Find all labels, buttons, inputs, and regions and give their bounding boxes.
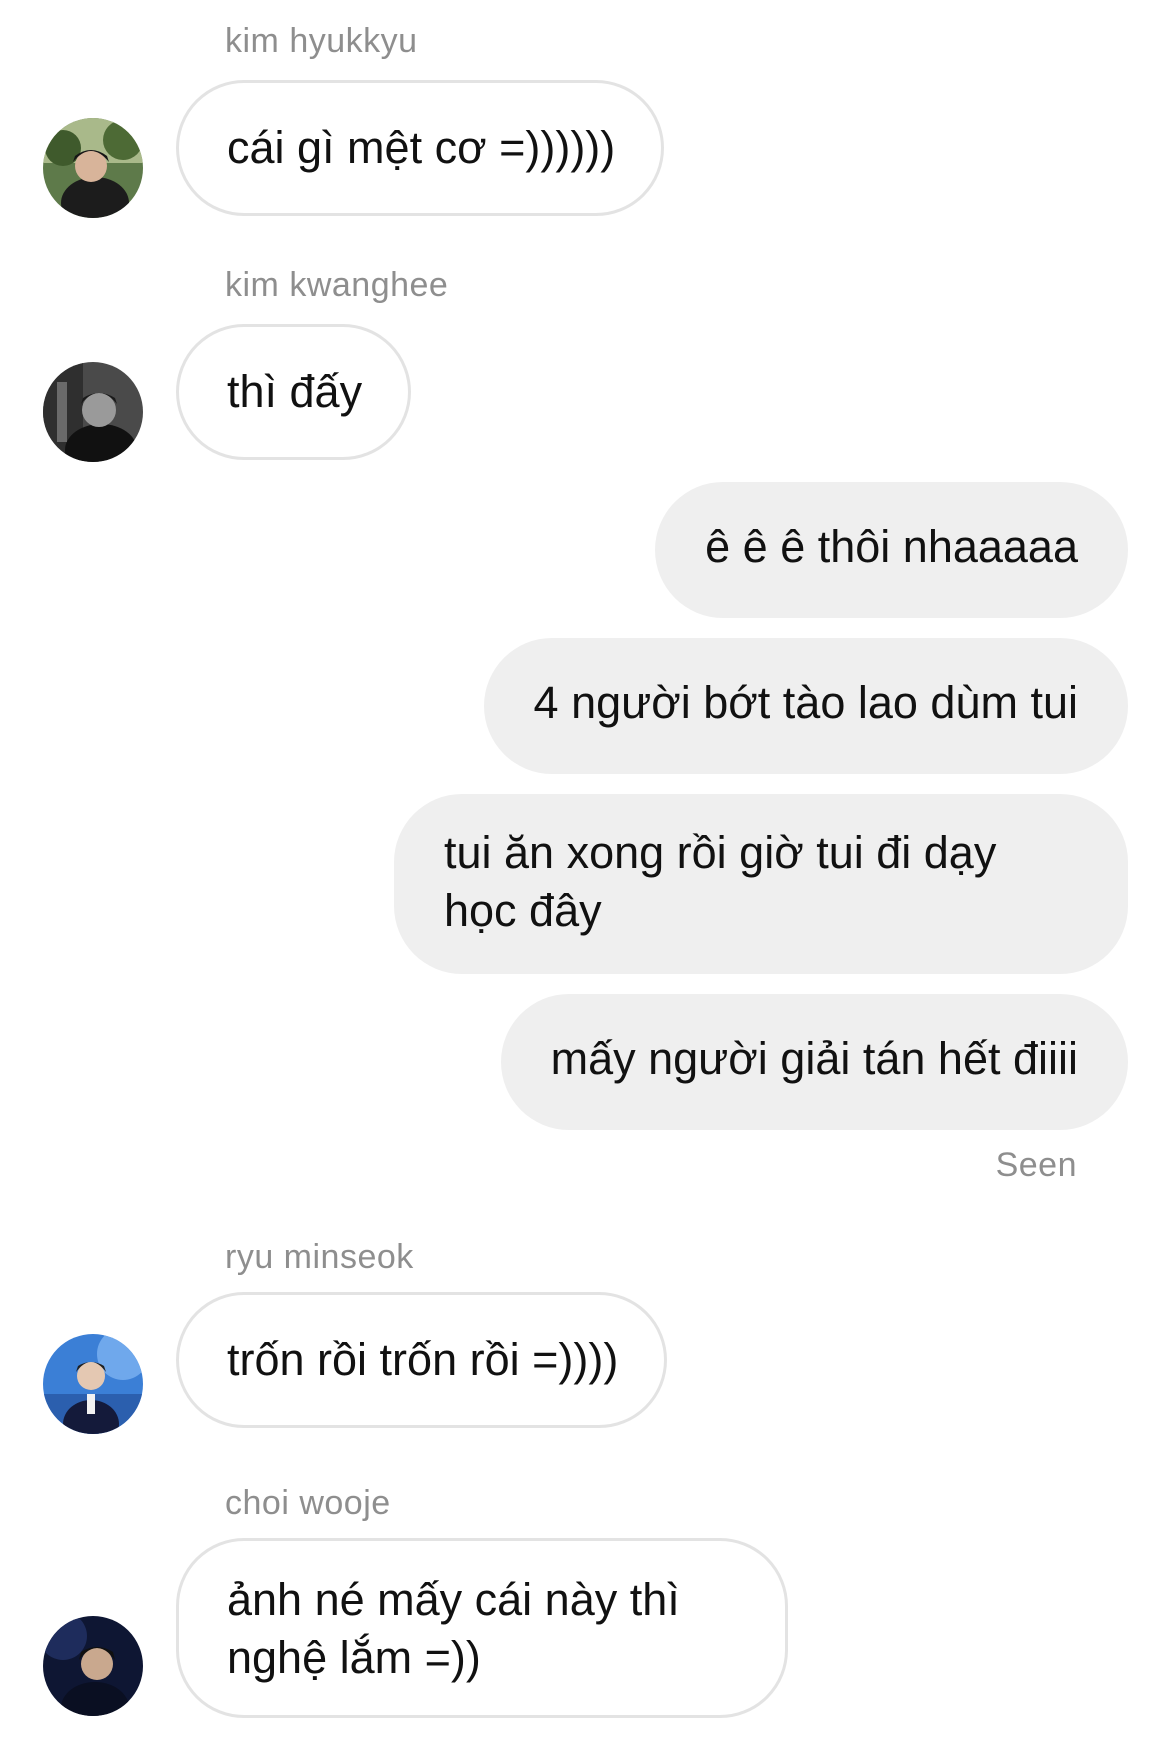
- message-text: cái gì mệt cơ =)))))): [227, 122, 616, 173]
- avatar-photo-minseok: [43, 1334, 143, 1434]
- avatar-minseok[interactable]: [43, 1334, 143, 1434]
- message-text: 4 người bớt tào lao dùm tui: [533, 677, 1078, 728]
- seen-indicator: Seen: [995, 1146, 1077, 1184]
- message-text: thì đấy: [227, 366, 363, 417]
- message-bubble-outgoing[interactable]: ê ê ê thôi nhaaaaa: [655, 482, 1128, 618]
- avatar-photo-wooje: [43, 1616, 143, 1716]
- avatar-hyukkyu[interactable]: [43, 118, 143, 218]
- sender-name-hyukkyu: kim hyukkyu: [225, 22, 418, 60]
- sender-name-wooje: choi wooje: [225, 1484, 391, 1522]
- message-bubble-outgoing[interactable]: tui ăn xong rồi giờ tui đi dạy học đây: [394, 794, 1128, 974]
- sender-name-minseok: ryu minseok: [225, 1238, 414, 1276]
- message-text: trốn rồi trốn rồi =)))): [227, 1334, 619, 1385]
- message-bubble-incoming[interactable]: trốn rồi trốn rồi =)))): [176, 1292, 668, 1428]
- message-text: ảnh né mấy cái này thì nghệ lắm =)): [227, 1574, 680, 1683]
- message-text: ê ê ê thôi nhaaaaa: [705, 521, 1078, 572]
- avatar-kwanghee[interactable]: [43, 362, 143, 462]
- avatar-wooje[interactable]: [43, 1616, 143, 1716]
- message-text: tui ăn xong rồi giờ tui đi dạy học đây: [444, 827, 997, 936]
- message-bubble-incoming[interactable]: ảnh né mấy cái này thì nghệ lắm =)): [176, 1538, 788, 1718]
- message-bubble-incoming[interactable]: cái gì mệt cơ =)))))): [176, 80, 665, 216]
- avatar-photo-kwanghee: [43, 362, 143, 462]
- message-bubble-outgoing[interactable]: 4 người bớt tào lao dùm tui: [483, 638, 1128, 774]
- message-bubble-outgoing[interactable]: mấy người giải tán hết điiii: [500, 994, 1128, 1130]
- avatar-photo-hyukkyu: [43, 118, 143, 218]
- message-bubble-incoming[interactable]: thì đấy: [176, 324, 412, 460]
- sender-name-kwanghee: kim kwanghee: [225, 266, 449, 304]
- message-text: mấy người giải tán hết điiii: [550, 1033, 1078, 1084]
